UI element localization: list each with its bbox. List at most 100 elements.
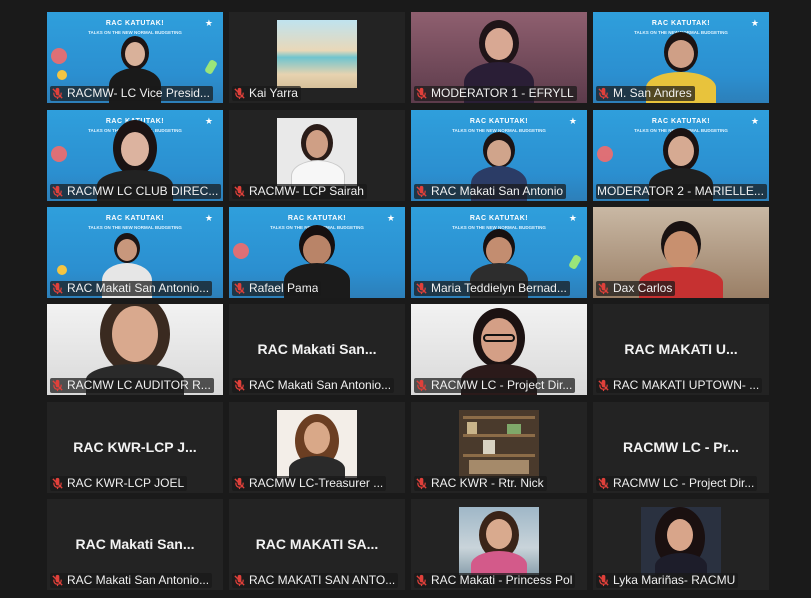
mic-muted-icon: [416, 379, 427, 392]
participant-tile[interactable]: RACMW LC AUDITOR R...: [47, 304, 223, 395]
decoration: [57, 70, 67, 80]
participant-tile[interactable]: RAC Makati San... RAC Makati San Antonio…: [229, 304, 405, 395]
gallery-grid: RAC KATUTAK! TALKS ON THE NEW NORMAL BUD…: [0, 0, 811, 598]
participant-tile[interactable]: RAC KATUTAK! TALKS ON THE NEW NORMAL BUD…: [593, 12, 769, 103]
participant-display-name: RAC MAKATI U...: [624, 341, 738, 357]
mic-muted-icon: [416, 185, 427, 198]
participant-tile[interactable]: RAC KATUTAK! TALKS ON THE NEW NORMAL BUD…: [229, 207, 405, 298]
profile-photo: [277, 20, 357, 88]
mic-muted-icon: [52, 282, 63, 295]
star-icon: ★: [750, 18, 759, 28]
decoration: [233, 243, 249, 259]
participant-tile[interactable]: RAC KWR - Rtr. Nick: [411, 402, 587, 493]
participant-display-name: RACMW LC - Pr...: [623, 439, 739, 455]
participant-name-label: RAC Makati San Antonio...: [232, 378, 395, 393]
participant-tile[interactable]: RACMW- LCP Sairah: [229, 110, 405, 201]
participant-tile[interactable]: RAC KATUTAK! TALKS ON THE NEW NORMAL BUD…: [411, 207, 587, 298]
participant-name-label: MODERATOR 1 - EFRYLL: [414, 86, 577, 101]
decoration: [204, 58, 218, 76]
participant-tile[interactable]: RAC KATUTAK! TALKS ON THE NEW NORMAL BUD…: [47, 12, 223, 103]
mic-muted-icon: [416, 282, 427, 295]
poster-subtitle: TALKS ON THE NEW NORMAL BUDGETING: [88, 225, 182, 230]
participant-name-label: RAC KWR - Rtr. Nick: [414, 476, 547, 491]
participant-tile[interactable]: Kai Yarra: [229, 12, 405, 103]
participant-tile[interactable]: RAC MAKATI U... RAC MAKATI UPTOWN- ...: [593, 304, 769, 395]
mic-muted-icon: [234, 185, 245, 198]
participant-tile[interactable]: RAC KATUTAK! TALKS ON THE NEW NORMAL BUD…: [47, 207, 223, 298]
star-icon: ★: [204, 116, 213, 126]
mic-muted-icon: [52, 574, 63, 587]
participant-name: RAC Makati San Antonio...: [67, 281, 210, 295]
participant-name: RACMW LC - Project Dir...: [613, 476, 755, 490]
participant-tile[interactable]: Lyka Mariñas- RACMU: [593, 499, 769, 590]
participant-name-label: M. San Andres: [596, 86, 695, 101]
participant-name: RACMW LC CLUB DIREC...: [67, 184, 219, 198]
mic-muted-icon: [598, 477, 609, 490]
participant-tile[interactable]: RACMW LC - Pr... RACMW LC - Project Dir.…: [593, 402, 769, 493]
star-icon: ★: [386, 213, 395, 223]
participant-name-label: Dax Carlos: [596, 281, 676, 296]
participant-name-label: RAC Makati San Antonio: [414, 184, 567, 199]
decoration: [51, 48, 67, 64]
mic-muted-icon: [234, 379, 245, 392]
participant-name-label: RAC KWR-LCP JOEL: [50, 476, 188, 491]
participant-name-label: MODERATOR 2 - MARIELLE...: [596, 184, 767, 199]
participant-name: RACMW- LCP Sairah: [249, 184, 364, 198]
participant-tile[interactable]: RAC KWR-LCP J... RAC KWR-LCP JOEL: [47, 402, 223, 493]
participant-name: Rafael Pama: [249, 281, 319, 295]
participant-tile[interactable]: RACMW LC-Treasurer ...: [229, 402, 405, 493]
participant-name: RACMW LC AUDITOR R...: [67, 378, 211, 392]
participant-display-name: RAC KWR-LCP J...: [73, 439, 197, 455]
profile-photo: [459, 410, 539, 478]
participant-name-label: RAC MAKATI SAN ANTO...: [232, 573, 399, 588]
active-speaker-tile[interactable]: RAC KATUTAK! TALKS ON THE NEW NORMAL BUD…: [593, 110, 769, 201]
decoration: [568, 253, 582, 271]
poster-title: RAC KATUTAK!: [651, 20, 711, 27]
participant-tile[interactable]: MODERATOR 1 - EFRYLL: [411, 12, 587, 103]
star-icon: ★: [568, 116, 577, 126]
participant-name: RAC MAKATI SAN ANTO...: [249, 573, 396, 587]
poster-title: RAC KATUTAK!: [287, 215, 347, 222]
participant-tile[interactable]: RAC KATUTAK! TALKS ON THE NEW NORMAL BUD…: [411, 110, 587, 201]
mic-muted-icon: [234, 477, 245, 490]
mic-muted-icon: [598, 574, 609, 587]
star-icon: ★: [204, 213, 213, 223]
participant-display-name: RAC MAKATI SA...: [255, 536, 379, 552]
poster-title: RAC KATUTAK!: [105, 20, 165, 27]
participant-name: RACMW- LC Vice Presid...: [67, 86, 210, 100]
star-icon: ★: [568, 213, 577, 223]
participant-name: RACMW LC-Treasurer ...: [249, 476, 384, 490]
decoration: [51, 146, 67, 162]
participant-name-label: RAC Makati - Princess Pol: [414, 573, 576, 588]
participant-name: M. San Andres: [613, 86, 692, 100]
participant-name: RAC KWR-LCP JOEL: [67, 476, 185, 490]
participant-name: Lyka Mariñas- RACMU: [613, 573, 736, 587]
participant-tile[interactable]: RAC MAKATI SA... RAC MAKATI SAN ANTO...: [229, 499, 405, 590]
mic-muted-icon: [52, 185, 63, 198]
participant-tile[interactable]: RAC KATUTAK! TALKS ON THE NEW NORMAL BUD…: [47, 110, 223, 201]
profile-photo: [641, 507, 721, 575]
participant-name: Maria Teddielyn Bernad...: [431, 281, 567, 295]
participant-tile[interactable]: RACMW LC - Project Dir...: [411, 304, 587, 395]
mic-muted-icon: [598, 282, 609, 295]
mic-muted-icon: [234, 87, 245, 100]
participant-name-label: Lyka Mariñas- RACMU: [596, 573, 739, 588]
mic-muted-icon: [52, 477, 63, 490]
participant-tile[interactable]: Dax Carlos: [593, 207, 769, 298]
decoration: [57, 265, 67, 275]
participant-tile[interactable]: RAC Makati San... RAC Makati San Antonio…: [47, 499, 223, 590]
poster-title: RAC KATUTAK!: [469, 118, 529, 125]
poster-title: RAC KATUTAK!: [105, 215, 165, 222]
participant-name: RAC Makati San Antonio...: [67, 573, 210, 587]
star-icon: ★: [204, 18, 213, 28]
participant-name: Dax Carlos: [613, 281, 673, 295]
star-icon: ★: [750, 116, 759, 126]
mic-muted-icon: [416, 87, 427, 100]
mic-muted-icon: [234, 282, 245, 295]
decoration: [597, 146, 613, 162]
participant-tile[interactable]: RAC Makati - Princess Pol: [411, 499, 587, 590]
poster-title: RAC KATUTAK!: [651, 118, 711, 125]
participant-name-label: RAC MAKATI UPTOWN- ...: [596, 378, 763, 393]
mic-muted-icon: [416, 477, 427, 490]
mic-muted-icon: [598, 87, 609, 100]
